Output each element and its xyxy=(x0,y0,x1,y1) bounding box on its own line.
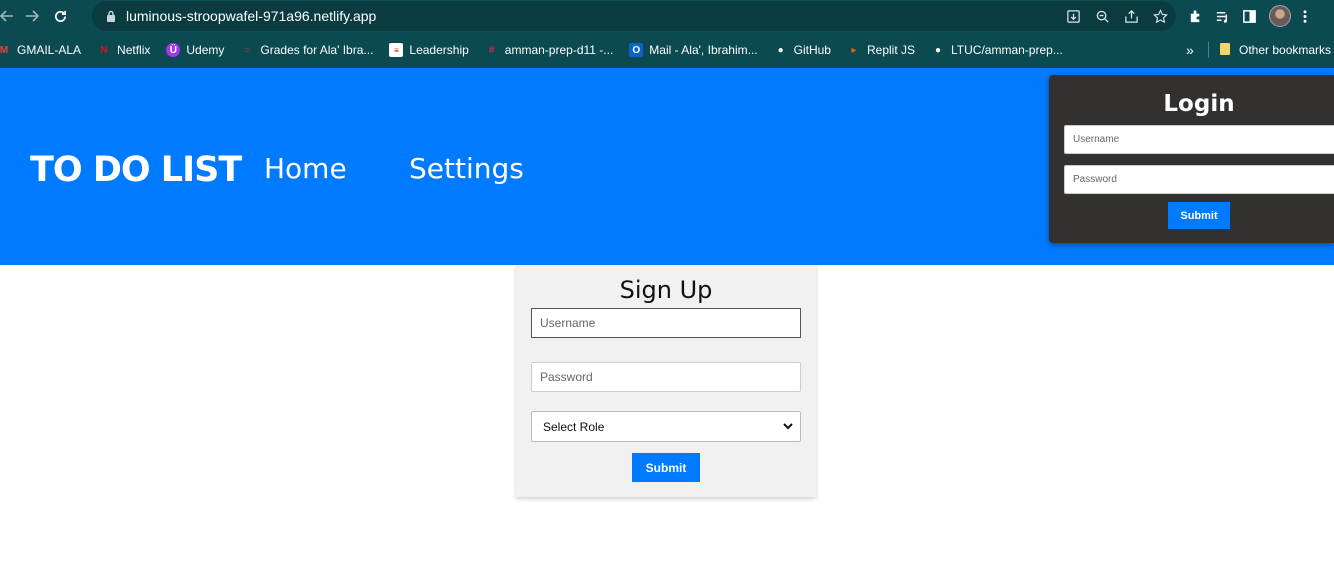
replit-icon: ▸ xyxy=(851,44,857,56)
other-bookmarks-folder[interactable]: Other bookmarks xyxy=(1219,32,1331,68)
login-title: Login xyxy=(1163,91,1235,117)
back-icon[interactable] xyxy=(0,2,18,30)
chevron-down-icon xyxy=(782,420,794,435)
nav-settings-link[interactable]: Settings xyxy=(409,152,524,185)
signup-username-input[interactable] xyxy=(531,308,801,338)
role-select-value: Select Role xyxy=(543,419,605,434)
folder-icon xyxy=(1219,42,1231,59)
bookmark-label: Leadership xyxy=(409,43,469,57)
bookmark-label: GMAIL-ALA xyxy=(17,43,82,57)
bookmark-item[interactable]: ● LTUC/amman-prep... xyxy=(931,43,1063,57)
bookmark-star-icon[interactable] xyxy=(1153,8,1168,24)
bookmarks-bar: M GMAIL-ALA N Netflix Ü Udemy ○ Grades for Ala'… xyxy=(0,32,1334,68)
bookmark-label: GitHub xyxy=(793,43,831,57)
brand-title: TO DO LIST xyxy=(30,150,242,190)
bookmark-label: amman-prep-d11 -... xyxy=(504,43,614,57)
avatar[interactable] xyxy=(1269,5,1291,27)
install-app-icon[interactable] xyxy=(1066,9,1081,24)
zoom-icon[interactable] xyxy=(1095,9,1110,24)
bookmark-item[interactable]: ≡ Leadership xyxy=(389,43,469,57)
side-panel-icon[interactable] xyxy=(1242,9,1257,24)
signup-title: Sign Up xyxy=(619,276,713,304)
nav-home-link[interactable]: Home xyxy=(264,152,347,185)
login-username-input[interactable] xyxy=(1064,125,1334,154)
browser-toolbar: luminous-stroopwafel-971a96.netlify.app xyxy=(0,0,1334,32)
outlook-icon: O xyxy=(629,43,644,57)
login-password-input[interactable] xyxy=(1064,165,1334,194)
github-icon: ● xyxy=(777,44,784,56)
more-bookmarks-button[interactable]: » xyxy=(1186,32,1194,68)
github-icon: ● xyxy=(934,44,942,56)
media-control-icon[interactable] xyxy=(1215,9,1230,24)
bookmark-item[interactable]: N Netflix xyxy=(97,43,150,57)
bookmark-item[interactable]: M GMAIL-ALA xyxy=(0,43,81,57)
signup-password-input[interactable] xyxy=(531,362,801,392)
bookmarks-divider xyxy=(1208,42,1209,58)
slack-icon: # xyxy=(489,44,495,56)
bookmark-item[interactable]: Ü Udemy xyxy=(166,43,224,57)
bookmark-label: Netflix xyxy=(117,43,151,57)
role-select[interactable]: Select Role xyxy=(531,411,801,442)
url-text: luminous-stroopwafel-971a96.netlify.app xyxy=(126,8,377,24)
bookmark-label: Mail - Ala', Ibrahim... xyxy=(649,43,758,57)
extensions-icon[interactable] xyxy=(1188,9,1203,24)
login-submit-button[interactable]: Submit xyxy=(1168,202,1230,229)
grades-icon: ○ xyxy=(244,44,251,56)
lock-icon xyxy=(106,10,116,22)
bookmark-label: LTUC/amman-prep... xyxy=(951,43,1063,57)
leadership-icon: ≡ xyxy=(389,43,404,57)
other-bookmarks-label: Other bookmarks xyxy=(1239,43,1332,57)
bookmark-label: Grades for Ala' Ibra... xyxy=(260,43,374,57)
gmail-icon: M xyxy=(0,44,9,56)
menu-dots-icon[interactable] xyxy=(1303,9,1307,24)
bookmark-item[interactable]: ▸ Replit JS xyxy=(847,43,915,57)
bookmark-item[interactable]: ○ Grades for Ala' Ibra... xyxy=(240,43,373,57)
forward-icon[interactable] xyxy=(18,2,46,30)
signup-form: Sign Up Select Role Submit xyxy=(516,265,816,497)
netflix-icon: N xyxy=(100,44,108,56)
udemy-icon: Ü xyxy=(166,43,181,57)
bookmark-label: Replit JS xyxy=(866,43,916,57)
bookmark-label: Udemy xyxy=(186,43,225,57)
login-form: Login Submit xyxy=(1049,75,1334,243)
address-bar[interactable]: luminous-stroopwafel-971a96.netlify.app xyxy=(92,1,1176,31)
bookmark-item[interactable]: # amman-prep-d11 -... xyxy=(485,43,614,57)
share-icon[interactable] xyxy=(1124,9,1139,24)
bookmark-item[interactable]: O Mail - Ala', Ibrahim... xyxy=(629,43,758,57)
signup-submit-button[interactable]: Submit xyxy=(632,453,700,482)
bookmark-item[interactable]: ● GitHub xyxy=(774,43,831,57)
reload-icon[interactable] xyxy=(46,2,74,30)
